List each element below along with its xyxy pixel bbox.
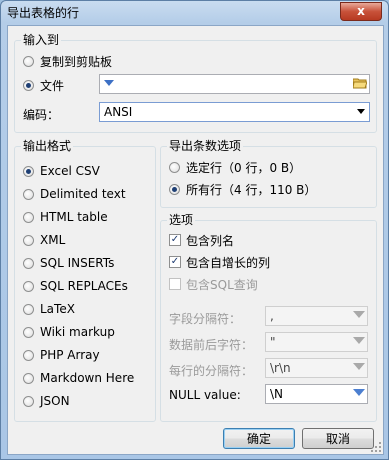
selected-rows-radio-button[interactable] — [169, 161, 180, 173]
field-separator-value: , — [270, 309, 274, 323]
enclosure-value: " — [270, 335, 276, 349]
format-radio-button[interactable] — [23, 280, 34, 292]
all-rows-radio-button[interactable] — [169, 183, 180, 195]
line-separator-value: \r\n — [270, 361, 291, 375]
format-option-sql-inserts[interactable]: SQL INSERTs — [23, 255, 114, 271]
field-separator-input[interactable]: , — [265, 306, 368, 326]
null-value-label: NULL value: — [169, 388, 241, 402]
output-format-legend: 输出格式 — [21, 139, 74, 153]
format-option-excel-csv[interactable]: Excel CSV — [23, 163, 100, 179]
file-history-dropdown-icon[interactable] — [104, 80, 114, 86]
format-option-label: PHP Array — [40, 348, 100, 362]
dialog-client-area: 输入到 复制到剪贴板 文件 编码： ANSI 输出格式 Excel CSV De… — [7, 25, 384, 455]
include-column-names-checkbox[interactable]: ✓ 包含列名 — [169, 232, 234, 248]
format-option-sql-replaces[interactable]: SQL REPLACEs — [23, 278, 128, 294]
format-radio-button[interactable] — [23, 326, 34, 338]
format-radio-button[interactable] — [23, 165, 34, 177]
output-format-group: 输出格式 Excel CSV Delimited text HTML table… — [14, 139, 156, 422]
line-separator-dropdown-icon[interactable] — [353, 363, 365, 370]
format-option-label: Excel CSV — [40, 164, 100, 178]
include-column-names-label: 包含列名 — [186, 233, 235, 248]
enclosure-dropdown-icon[interactable] — [353, 337, 365, 344]
format-option-json[interactable]: JSON — [23, 393, 70, 409]
encoding-value: ANSI — [104, 105, 133, 119]
clipboard-label: 复制到剪贴板 — [40, 54, 113, 69]
include-auto-increment-checkbox[interactable]: ✓ 包含自增长的列 — [169, 254, 270, 270]
browse-folder-icon[interactable] — [353, 77, 367, 89]
file-radio-button[interactable] — [23, 79, 34, 91]
format-radio-button[interactable] — [23, 303, 34, 315]
clipboard-radio-button[interactable] — [23, 55, 34, 67]
clipboard-radio[interactable]: 复制到剪贴板 — [23, 53, 112, 69]
format-option-html-table[interactable]: HTML table — [23, 209, 108, 225]
field-separator-dropdown-icon[interactable] — [353, 311, 365, 318]
enclosure-input[interactable]: " — [265, 332, 368, 352]
output-to-legend: 输入到 — [21, 33, 62, 47]
format-radio-button[interactable] — [23, 188, 34, 200]
format-option-latex[interactable]: LaTeX — [23, 301, 75, 317]
ok-button[interactable]: 确定 — [223, 428, 295, 449]
row-selection-group: 导出条数选项 选定行（0 行，0 B） 所有行（4 行，110 B） — [160, 139, 377, 208]
format-option-label: SQL INSERTs — [40, 256, 115, 270]
format-radio-button[interactable] — [23, 372, 34, 384]
format-radio-button[interactable] — [23, 349, 34, 361]
format-option-label: HTML table — [40, 210, 108, 224]
file-path-input[interactable] — [99, 74, 370, 94]
close-button[interactable]: x — [340, 2, 382, 21]
encoding-dropdown-icon[interactable] — [357, 109, 365, 114]
export-dialog-window: 导出表格的行 x 输入到 复制到剪贴板 文件 编码： ANSI 输出格式 Exc… — [0, 0, 389, 460]
format-option-wiki-markup[interactable]: Wiki markup — [23, 324, 115, 340]
include-auto-increment-label: 包含自增长的列 — [186, 255, 271, 270]
include-sql-query-label: 包含SQL查询 — [186, 277, 258, 292]
line-separator-input[interactable]: \r\n — [265, 358, 368, 378]
format-option-label: Wiki markup — [40, 325, 115, 339]
format-option-label: SQL REPLACEs — [40, 279, 128, 293]
cancel-button[interactable]: 取消 — [302, 428, 374, 449]
line-separator-label: 每行的分隔符： — [169, 364, 254, 378]
format-option-label: Markdown Here — [40, 371, 135, 385]
format-option-delimited-text[interactable]: Delimited text — [23, 186, 126, 202]
all-rows-radio[interactable]: 所有行（4 行，110 B） — [169, 181, 316, 197]
all-rows-label: 所有行（4 行，110 B） — [186, 182, 317, 197]
title-bar[interactable]: 导出表格的行 x — [1, 1, 388, 23]
format-option-label: LaTeX — [40, 302, 75, 316]
options-legend: 选项 — [167, 213, 196, 227]
format-radio-button[interactable] — [23, 211, 34, 223]
format-option-markdown-here[interactable]: Markdown Here — [23, 370, 134, 386]
field-separator-label: 字段分隔符： — [169, 312, 242, 326]
selected-rows-radio[interactable]: 选定行（0 行，0 B） — [169, 159, 301, 175]
format-radio-button[interactable] — [23, 257, 34, 269]
enclosure-label: 数据前后字符： — [169, 338, 254, 352]
include-sql-query-box[interactable] — [169, 278, 181, 290]
null-value-dropdown-icon[interactable] — [353, 389, 365, 396]
encoding-select[interactable]: ANSI — [99, 102, 370, 122]
row-selection-legend: 导出条数选项 — [167, 139, 244, 153]
format-option-label: XML — [40, 233, 66, 247]
resize-grip-icon[interactable] — [371, 442, 381, 452]
file-label: 文件 — [40, 78, 65, 93]
null-value-value: \N — [270, 387, 284, 401]
format-option-php-array[interactable]: PHP Array — [23, 347, 100, 363]
selected-rows-label: 选定行（0 行，0 B） — [186, 160, 302, 175]
format-option-xml[interactable]: XML — [23, 232, 65, 248]
format-option-label: Delimited text — [40, 187, 126, 201]
options-group: 选项 ✓ 包含列名 ✓ 包含自增长的列 包含SQL查询 字段分隔符： , 数据前… — [160, 213, 377, 422]
window-title: 导出表格的行 — [7, 6, 80, 20]
encoding-label: 编码： — [23, 108, 60, 122]
format-option-label: JSON — [40, 394, 70, 408]
null-value-input[interactable]: \N — [265, 384, 368, 404]
output-to-group: 输入到 复制到剪贴板 文件 编码： ANSI — [14, 33, 377, 133]
checkmark-icon[interactable]: ✓ — [169, 234, 181, 246]
file-radio[interactable]: 文件 — [23, 77, 64, 93]
format-radio-button[interactable] — [23, 234, 34, 246]
include-sql-query-checkbox[interactable]: 包含SQL查询 — [169, 276, 258, 292]
checkmark-icon[interactable]: ✓ — [169, 256, 181, 268]
format-radio-button[interactable] — [23, 395, 34, 407]
